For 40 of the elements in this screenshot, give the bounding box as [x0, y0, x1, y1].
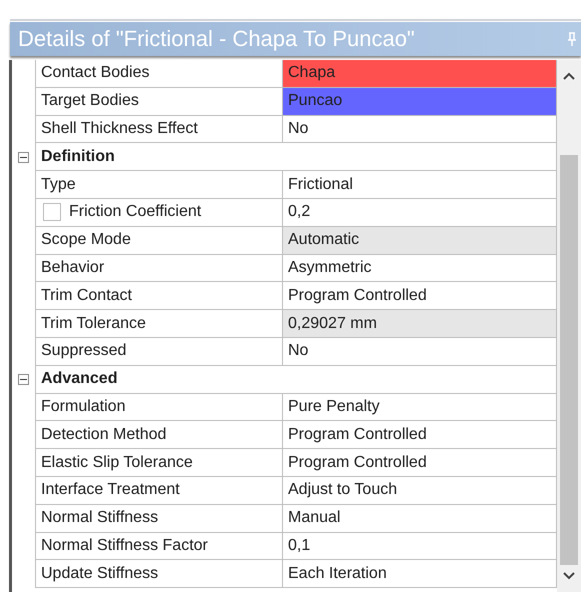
property-label: Detection Method — [35, 421, 283, 450]
property-value[interactable]: Manual — [283, 504, 557, 533]
parameter-checkbox[interactable] — [43, 203, 61, 222]
property-value[interactable]: No — [283, 116, 557, 144]
collapse-toggle[interactable] — [18, 152, 29, 163]
collapse-toggle[interactable] — [18, 374, 29, 386]
property-label: Trim Contact — [35, 282, 283, 310]
property-label: Behavior — [35, 254, 283, 282]
property-label: Shell Thickness Effect — [35, 116, 283, 144]
property-value[interactable]: Program Controlled — [283, 449, 557, 477]
property-value[interactable]: Program Controlled — [283, 421, 557, 450]
property-label: Elastic Slip Tolerance — [35, 449, 283, 477]
scroll-down-icon[interactable] — [563, 572, 575, 580]
property-value[interactable]: Chapa — [283, 60, 557, 88]
section-header[interactable]: Advanced — [35, 366, 557, 394]
property-label: Contact Bodies — [35, 60, 283, 88]
property-value[interactable]: No — [283, 338, 557, 366]
scroll-thumb[interactable] — [560, 155, 578, 565]
scrollbar[interactable] — [557, 60, 581, 592]
panel-title: Details of "Frictional - Chapa To Puncao" — [18, 26, 415, 52]
property-label: Target Bodies — [35, 88, 283, 116]
property-label: Type — [35, 171, 283, 199]
property-value[interactable]: Frictional — [283, 171, 557, 199]
property-value[interactable]: Asymmetric — [283, 254, 557, 282]
property-label: Formulation — [35, 394, 283, 422]
property-value[interactable]: Pure Penalty — [283, 394, 557, 422]
property-label: Normal Stiffness — [35, 504, 283, 533]
property-label: Normal Stiffness Factor — [35, 532, 283, 560]
property-label: Scope Mode — [35, 226, 283, 255]
property-value[interactable]: Adjust to Touch — [283, 476, 557, 505]
property-label: Suppressed — [35, 338, 283, 366]
property-label-text: Friction Coefficient — [69, 203, 202, 222]
scroll-up-icon[interactable] — [563, 72, 575, 80]
property-value[interactable]: Each Iteration — [283, 560, 557, 588]
property-label: Interface Treatment — [35, 476, 283, 505]
property-value[interactable]: 0,1 — [283, 532, 557, 560]
property-label: Trim Tolerance — [35, 310, 283, 338]
section-header[interactable]: Definition — [35, 143, 557, 172]
property-value[interactable]: Puncao — [283, 88, 557, 116]
property-label: Update Stiffness — [35, 560, 283, 588]
